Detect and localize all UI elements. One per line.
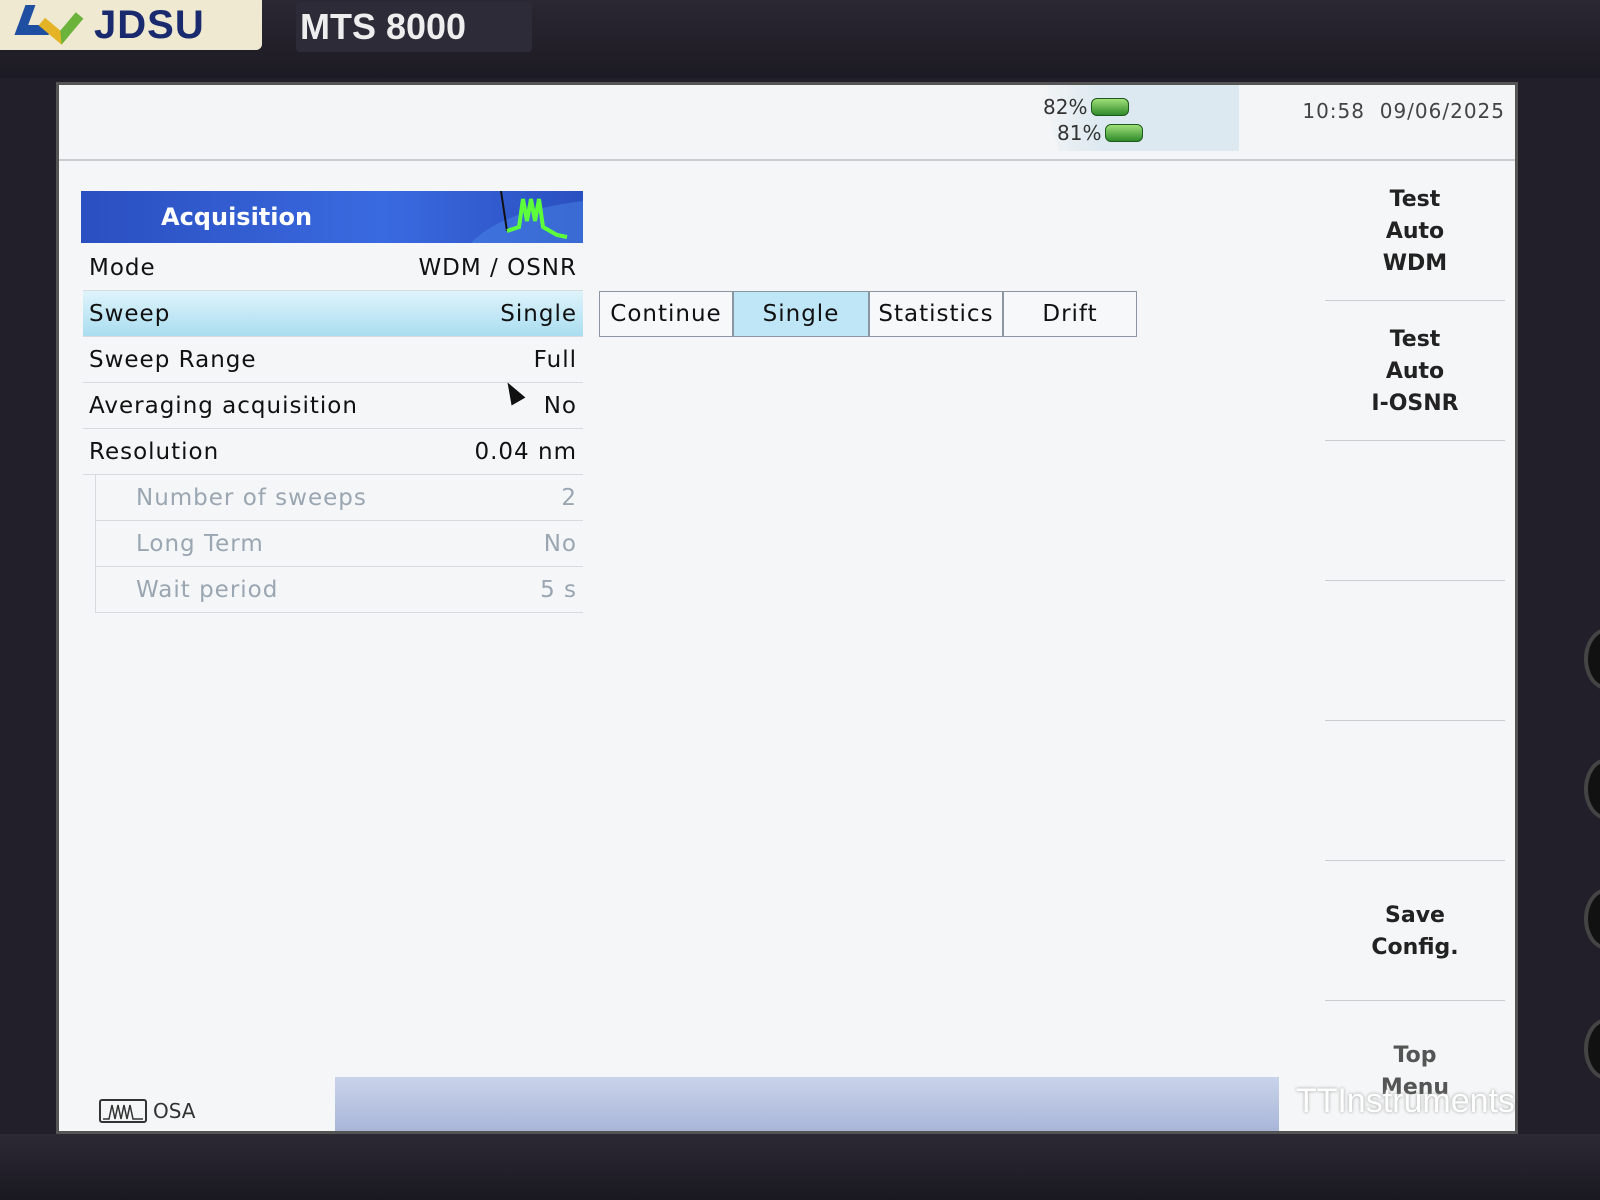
device-model: MTS 8000 [296, 2, 532, 52]
param-row-number-of-sweeps: Number of sweeps 2 [95, 475, 583, 521]
battery-level-2: 81% [1057, 121, 1102, 145]
softkey-empty-2[interactable] [1325, 583, 1505, 721]
device-screen: 82% 81% 10:58 09/06/2025 Acquisition Mod… [56, 82, 1518, 1134]
param-row-resolution[interactable]: Resolution 0.04 nm [83, 429, 583, 475]
option-single[interactable]: Single [733, 291, 869, 337]
device-bezel-top: JDSU MTS 8000 [0, 0, 1600, 78]
battery-level-1: 82% [1043, 95, 1088, 119]
param-value: WDM / OSNR [418, 254, 577, 281]
option-continue[interactable]: Continue [599, 291, 733, 337]
hardware-button[interactable] [1584, 758, 1600, 820]
progress-bar [335, 1077, 1279, 1131]
param-label: Resolution [89, 438, 220, 465]
param-label: Wait period [136, 576, 279, 603]
softkey-empty-1[interactable] [1325, 443, 1505, 581]
acquisition-parameters: Mode WDM / OSNR Sweep Single Sweep Range… [83, 245, 583, 613]
acquisition-title: Acquisition [161, 203, 313, 231]
param-value: Single [500, 300, 577, 327]
param-value: No [543, 392, 577, 419]
param-label: Sweep Range [89, 346, 257, 373]
acquisition-header: Acquisition [81, 191, 583, 243]
param-label: Long Term [136, 530, 264, 557]
brand-name: JDSU [94, 2, 205, 47]
osa-icon [99, 1099, 147, 1123]
option-statistics[interactable]: Statistics [869, 291, 1003, 337]
hardware-button[interactable] [1584, 888, 1600, 950]
osa-tab[interactable]: OSA [99, 1099, 196, 1123]
battery-status-1: 82% [1043, 95, 1130, 119]
param-label: Averaging acquisition [89, 392, 358, 419]
hardware-button[interactable] [1584, 628, 1600, 690]
device-bezel-right [1518, 78, 1600, 1200]
softkey-test-auto-i-osnr[interactable]: Test Auto I-OSNR [1325, 303, 1505, 441]
battery-status-2: 81% [1057, 121, 1144, 145]
clock-time: 10:58 [1302, 99, 1365, 123]
device-bezel-bottom [0, 1134, 1600, 1200]
hardware-button[interactable] [1584, 1018, 1600, 1080]
status-bar: 82% 81% 10:58 09/06/2025 [59, 85, 1515, 161]
param-value: 5 s [540, 576, 577, 603]
param-value: Full [533, 346, 577, 373]
spectrum-icon [471, 191, 583, 243]
softkey-panel: Test Auto WDM Test Auto I-OSNR Save Conf… [1325, 163, 1505, 1131]
clock-date: 09/06/2025 [1379, 99, 1505, 123]
param-value: 0.04 nm [474, 438, 577, 465]
option-drift[interactable]: Drift [1003, 291, 1137, 337]
jdsu-logo-icon [14, 0, 84, 45]
sweep-options: Continue Single Statistics Drift [599, 291, 1137, 337]
battery-icon [1091, 98, 1130, 116]
param-row-mode[interactable]: Mode WDM / OSNR [83, 245, 583, 291]
param-row-sweep-range[interactable]: Sweep Range Full [83, 337, 583, 383]
param-value: 2 [561, 484, 577, 511]
softkey-empty-3[interactable] [1325, 723, 1505, 861]
param-label: Sweep [89, 300, 171, 327]
softkey-test-auto-wdm[interactable]: Test Auto WDM [1325, 163, 1505, 301]
watermark: TTInstruments [1295, 1082, 1515, 1120]
brand-logo: JDSU [0, 0, 262, 50]
param-value: No [543, 530, 577, 557]
param-row-sweep[interactable]: Sweep Single [83, 291, 583, 337]
bottom-bar: OSA TTInstruments [59, 1077, 1515, 1131]
datetime: 10:58 09/06/2025 [1302, 99, 1505, 123]
battery-icon [1105, 124, 1144, 142]
param-label: Mode [89, 254, 156, 281]
param-row-wait-period: Wait period 5 s [95, 567, 583, 613]
param-row-long-term: Long Term No [95, 521, 583, 567]
osa-tab-label: OSA [153, 1099, 196, 1123]
param-label: Number of sweeps [136, 484, 367, 511]
softkey-save-config[interactable]: Save Config. [1325, 863, 1505, 1001]
